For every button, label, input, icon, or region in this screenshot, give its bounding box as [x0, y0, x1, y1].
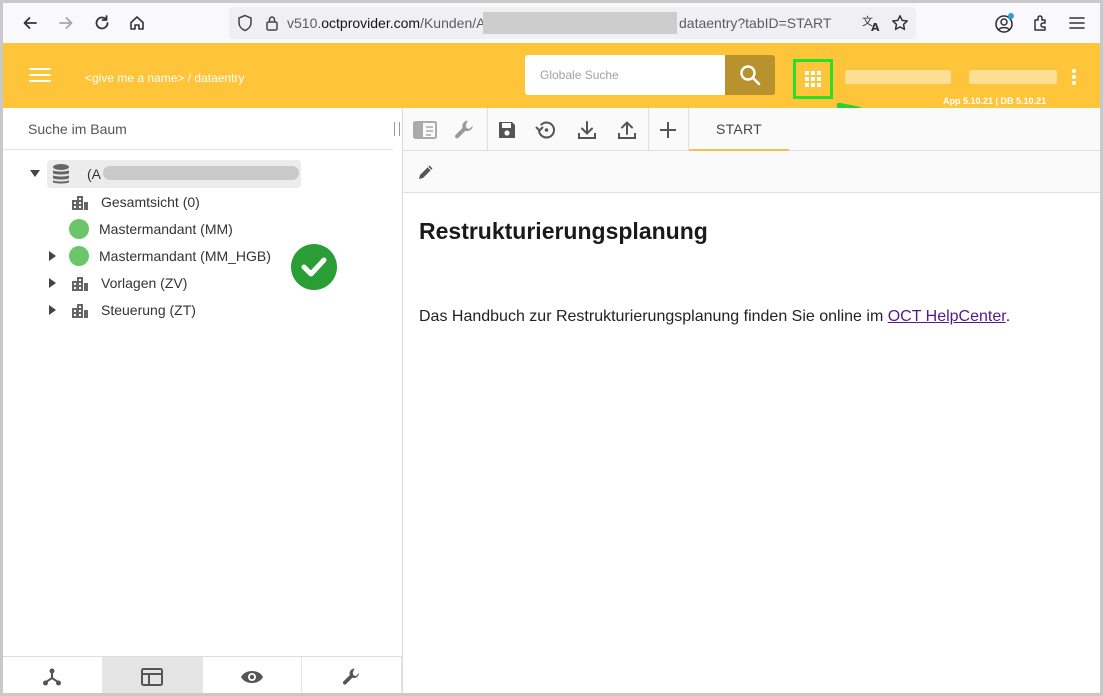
upload-button[interactable]: [614, 117, 640, 143]
address-bar[interactable]: v510.octprovider.com/Kunden/A dataentry?…: [229, 7, 916, 39]
caret-down-icon[interactable]: [30, 169, 40, 179]
svg-text:A: A: [871, 21, 880, 32]
hamburger-menu-icon[interactable]: [29, 68, 51, 86]
start-page-content: Restrukturierungsplanung Das Handbuch zu…: [419, 218, 1079, 325]
settings-button[interactable]: [452, 117, 478, 143]
main-content-panel: START Restrukturierungsplanung Das Handb…: [403, 108, 1100, 693]
reload-icon[interactable]: [88, 9, 116, 37]
main-toolbar: START: [403, 108, 1100, 151]
toolbar-separator: [487, 108, 488, 151]
url-text: v510.octprovider.com/Kunden/A: [287, 15, 486, 31]
search-icon: [740, 65, 761, 86]
toolbar-separator: [648, 108, 649, 151]
caret-right-icon[interactable]: [48, 278, 58, 288]
layout-icon: [141, 667, 164, 686]
download-icon: [578, 121, 596, 139]
tree-item-steuerung[interactable]: Steuerung (ZT): [71, 298, 196, 322]
tree-item-mastermandant-mm-hgb[interactable]: Mastermandant (MM_HGB): [69, 244, 271, 268]
helpcenter-link[interactable]: OCT HelpCenter: [888, 308, 1006, 325]
browser-toolbar: v510.octprovider.com/Kunden/A dataentry?…: [3, 3, 1100, 43]
back-icon[interactable]: [16, 9, 44, 37]
hierarchy-icon: [43, 668, 62, 685]
history-button[interactable]: [533, 117, 559, 143]
version-label: App 5.10.21 | DB 5.10.21: [943, 96, 1047, 106]
menu-icon[interactable]: [1065, 11, 1089, 35]
tree-item-label: Vorlagen (ZV): [101, 275, 188, 291]
redacted-url-segment: [483, 12, 677, 34]
bookmark-star-icon[interactable]: [890, 13, 910, 33]
plus-icon: [660, 122, 676, 138]
tree-item-gesamtsicht[interactable]: Gesamtsicht (0): [71, 190, 200, 214]
tab-tools[interactable]: [302, 657, 402, 693]
edit-bar: [403, 151, 1100, 193]
tree-search-box: [3, 108, 393, 150]
status-dot-icon: [69, 246, 89, 266]
checkmark-annotation-icon: [291, 244, 337, 290]
help-text: Das Handbuch zur Restrukturierungsplanun…: [419, 308, 1011, 325]
translate-icon[interactable]: 文A: [862, 13, 882, 33]
extensions-icon[interactable]: [1029, 11, 1053, 35]
redacted-root-name: [103, 166, 299, 180]
user-name-redacted: [845, 70, 951, 84]
save-button[interactable]: [494, 117, 520, 143]
database-icon: [53, 164, 69, 184]
tree-root-item[interactable]: (A: [51, 162, 101, 186]
apps-grid-button[interactable]: [793, 59, 833, 99]
tab-layout[interactable]: [102, 657, 203, 693]
screenshot-frame: v510.octprovider.com/Kunden/A dataentry?…: [0, 0, 1103, 696]
caret-right-icon[interactable]: [48, 305, 58, 315]
tree-item-label: Gesamtsicht (0): [101, 194, 200, 210]
navigation-tree-panel: (A Gesamtsicht (0) Mastermandant (MM) Ma…: [3, 108, 403, 693]
url-text-tail: dataentry?tabID=START: [679, 15, 832, 31]
lock-icon[interactable]: [262, 13, 282, 33]
caret-right-icon[interactable]: [48, 251, 58, 261]
app-header: <give me a name> / dataentry App 5.10.21…: [3, 43, 1100, 108]
home-icon[interactable]: [123, 9, 151, 37]
tab-view[interactable]: [203, 657, 303, 693]
more-options-icon[interactable]: [1071, 69, 1077, 87]
tree-item-label: Steuerung (ZT): [101, 302, 196, 318]
download-button[interactable]: [574, 117, 600, 143]
tab-hierarchy[interactable]: [3, 657, 103, 693]
history-icon: [535, 121, 555, 139]
user-org-redacted: [969, 70, 1057, 84]
buildings-icon: [72, 196, 88, 210]
forward-icon[interactable]: [52, 9, 80, 37]
buildings-icon: [72, 277, 88, 291]
panel-splitter-handle[interactable]: [394, 122, 400, 136]
tree-search-input[interactable]: [3, 108, 393, 149]
tree-root-label: (A: [87, 166, 101, 182]
tab-start[interactable]: START: [689, 108, 789, 151]
edit-button[interactable]: [413, 159, 439, 185]
upload-icon: [618, 121, 636, 139]
global-search-input[interactable]: [525, 55, 725, 95]
shield-icon[interactable]: [235, 13, 255, 33]
wrench-icon: [455, 120, 473, 139]
tree-item-mastermandant-mm[interactable]: Mastermandant (MM): [69, 217, 233, 241]
buildings-icon: [72, 304, 88, 318]
account-icon[interactable]: [993, 11, 1017, 35]
pencil-icon: [419, 165, 433, 179]
panel-toggle-button[interactable]: [412, 117, 438, 143]
global-search-button[interactable]: [725, 55, 775, 95]
global-search-box: [525, 55, 725, 95]
left-panel-bottom-tabs: [3, 656, 402, 693]
add-tab-button[interactable]: [655, 117, 681, 143]
tree-item-vorlagen[interactable]: Vorlagen (ZV): [71, 271, 187, 295]
page-title: Restrukturierungsplanung: [419, 218, 708, 244]
tree-item-label: Mastermandant (MM_HGB): [99, 248, 271, 264]
panel-icon: [413, 121, 437, 139]
wrench-icon: [342, 668, 359, 685]
eye-icon: [240, 670, 263, 683]
apps-grid-icon: [805, 71, 821, 87]
save-icon: [499, 122, 515, 138]
status-dot-icon: [69, 219, 89, 239]
breadcrumb: <give me a name> / dataentry: [85, 71, 245, 85]
tree-item-label: Mastermandant (MM): [99, 221, 233, 237]
